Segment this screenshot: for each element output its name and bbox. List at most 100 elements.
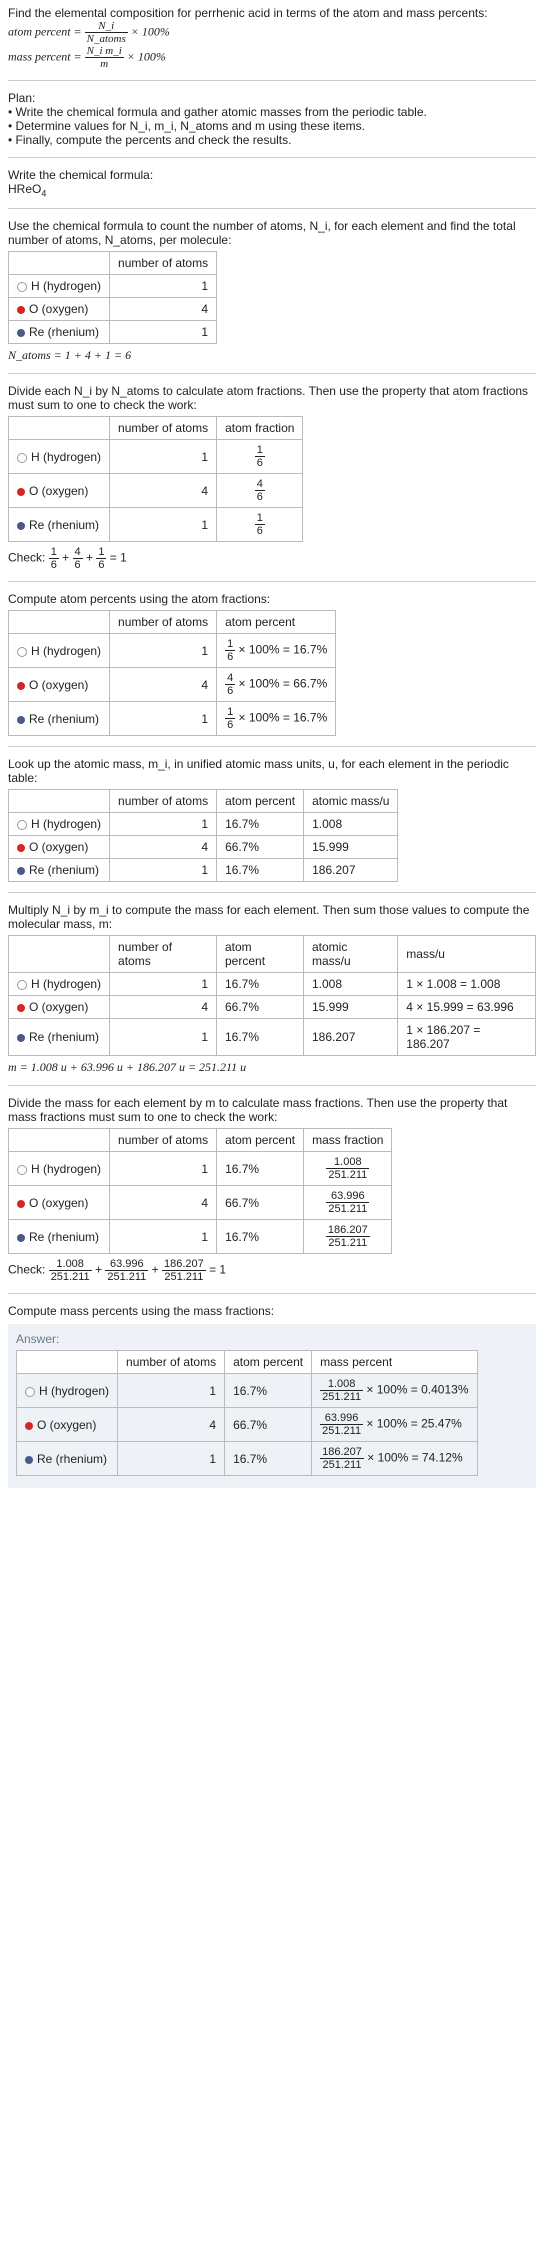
chem-formula-value: HReO4 xyxy=(8,182,536,198)
fd: 251.211 xyxy=(326,1169,369,1181)
count-table: number of atoms H (hydrogen)1 O (oxygen)… xyxy=(8,251,217,344)
hydrogen-dot-icon xyxy=(17,980,27,990)
mass-calc-text: Multiply N_i by m_i to compute the mass … xyxy=(8,903,536,931)
table-row: Re (rhenium)116 xyxy=(9,508,303,542)
ap: 16.7% xyxy=(217,813,304,836)
th-af: atom fraction xyxy=(217,417,303,440)
ap: 16.7% xyxy=(217,1019,304,1056)
c1n: 1.008 xyxy=(49,1258,92,1271)
table-row: H (hydrogen)116 × 100% = 16.7% xyxy=(9,634,336,668)
th-amu: atomic mass/u xyxy=(304,790,398,813)
atomic-mass-text: Look up the atomic mass, m_i, in unified… xyxy=(8,757,536,785)
table-row: Re (rhenium)116.7%186.207251.211 xyxy=(9,1220,392,1254)
fn: 63.996 xyxy=(326,1190,369,1203)
ap-frac-n: N_i xyxy=(85,20,128,33)
ap: 66.7% xyxy=(217,996,304,1019)
th-ap: atom percent xyxy=(217,936,304,973)
c1n: 1 xyxy=(49,546,59,559)
ap-rhs: × 100% xyxy=(128,24,170,38)
v: 4 xyxy=(110,474,217,508)
atom-percent-table: number of atomsatom percent H (hydrogen)… xyxy=(8,610,336,736)
fd: 6 xyxy=(225,719,235,731)
fd: 251.211 xyxy=(320,1459,364,1471)
c3n: 186.207 xyxy=(162,1258,206,1271)
th-amu: atomic mass/u xyxy=(304,936,398,973)
th-num: number of atoms xyxy=(110,417,217,440)
table-row: O (oxygen)466.7%15.999 xyxy=(9,836,398,859)
e: O (oxygen) xyxy=(29,678,88,692)
fn: 1.008 xyxy=(320,1378,363,1391)
e: Re (rhenium) xyxy=(29,518,99,532)
c2n: 4 xyxy=(73,546,83,559)
n-re: 1 xyxy=(110,321,217,344)
r: × 100% = 74.12% xyxy=(364,1451,463,1465)
chem-formula-title: Write the chemical formula: xyxy=(8,168,536,182)
oxygen-dot-icon xyxy=(17,306,25,314)
m: 1.008 xyxy=(304,973,398,996)
mass-fraction-table: number of atomsatom percentmass fraction… xyxy=(8,1128,392,1254)
c2n: 63.996 xyxy=(105,1258,148,1271)
c1d: 6 xyxy=(49,559,59,571)
th-ap: atom percent xyxy=(217,790,304,813)
table-row: O (oxygen)4 xyxy=(9,298,217,321)
plan-bullet-3: • Finally, compute the percents and chec… xyxy=(8,133,536,147)
table-row: H (hydrogen)116.7%1.0081 × 1.008 = 1.008 xyxy=(9,973,536,996)
rhenium-dot-icon xyxy=(17,1034,25,1042)
th-num: number of atoms xyxy=(110,936,217,973)
th-ap: atom percent xyxy=(217,611,336,634)
atom-fraction-text: Divide each N_i by N_atoms to calculate … xyxy=(8,384,536,412)
ap: 66.7% xyxy=(217,1186,304,1220)
c2d: 251.211 xyxy=(105,1271,148,1283)
fd: 251.211 xyxy=(326,1203,369,1215)
fd: 251.211 xyxy=(326,1237,370,1249)
intro-text: Find the elemental composition for perrh… xyxy=(8,6,536,20)
e: O (oxygen) xyxy=(29,1000,88,1014)
mass-fraction-text: Divide the mass for each element by m to… xyxy=(8,1096,536,1124)
mp-rhs: × 100% xyxy=(124,49,166,63)
ap-frac-d: N_atoms xyxy=(85,33,128,45)
e: O (oxygen) xyxy=(29,484,88,498)
answer-box: Answer: number of atomsatom percentmass … xyxy=(8,1324,536,1488)
v: 1 xyxy=(110,1019,217,1056)
e: H (hydrogen) xyxy=(31,450,101,464)
th-ap: atom percent xyxy=(217,1129,304,1152)
ap: 16.7% xyxy=(225,1442,312,1476)
mp-frac-n: N_i m_i xyxy=(85,45,124,58)
fn: 4 xyxy=(225,672,235,685)
fn: 63.996 xyxy=(320,1412,363,1425)
rhenium-dot-icon xyxy=(17,1234,25,1242)
oxygen-dot-icon xyxy=(17,1004,25,1012)
c3d: 6 xyxy=(96,559,106,571)
plan-bullet-1: • Write the chemical formula and gather … xyxy=(8,105,536,119)
e: O (oxygen) xyxy=(29,840,88,854)
ap: 16.7% xyxy=(225,1374,312,1408)
ap-lhs: atom percent = xyxy=(8,24,85,38)
table-row: O (oxygen)466.7%63.996251.211 × 100% = 2… xyxy=(17,1408,478,1442)
table-row: Re (rhenium)1 xyxy=(9,321,217,344)
hydrogen-dot-icon xyxy=(17,647,27,657)
c3n: 1 xyxy=(96,546,106,559)
n-atoms-total: N_atoms = 1 + 4 + 1 = 6 xyxy=(8,348,536,363)
table-row: O (oxygen)446 × 100% = 66.7% xyxy=(9,668,336,702)
e: H (hydrogen) xyxy=(31,644,101,658)
e: H (hydrogen) xyxy=(31,1162,101,1176)
th-num: number of atoms xyxy=(110,790,217,813)
e: Re (rhenium) xyxy=(29,863,99,877)
table-row: H (hydrogen)116.7%1.008 xyxy=(9,813,398,836)
th-num: number of atoms xyxy=(110,611,217,634)
v: 1 xyxy=(110,1152,217,1186)
mass-percent-formula: mass percent = N_i m_im × 100% xyxy=(8,45,536,70)
mass-calc-table: number of atomsatom percentatomic mass/u… xyxy=(8,935,536,1056)
fn: 186.207 xyxy=(326,1224,370,1237)
atom-percent-formula: atom percent = N_iN_atoms × 100% xyxy=(8,20,536,45)
oxygen-dot-icon xyxy=(17,682,25,690)
rhenium-dot-icon xyxy=(25,1456,33,1464)
m: 186.207 xyxy=(304,1019,398,1056)
oxygen-dot-icon xyxy=(25,1422,33,1430)
table-row: O (oxygen)466.7%15.9994 × 15.999 = 63.99… xyxy=(9,996,536,1019)
chk-r: = 1 xyxy=(106,551,126,565)
pct: × 100% = 66.7% xyxy=(235,677,327,691)
hydrogen-dot-icon xyxy=(17,453,27,463)
ap: 16.7% xyxy=(217,1152,304,1186)
v: 4 xyxy=(110,668,217,702)
